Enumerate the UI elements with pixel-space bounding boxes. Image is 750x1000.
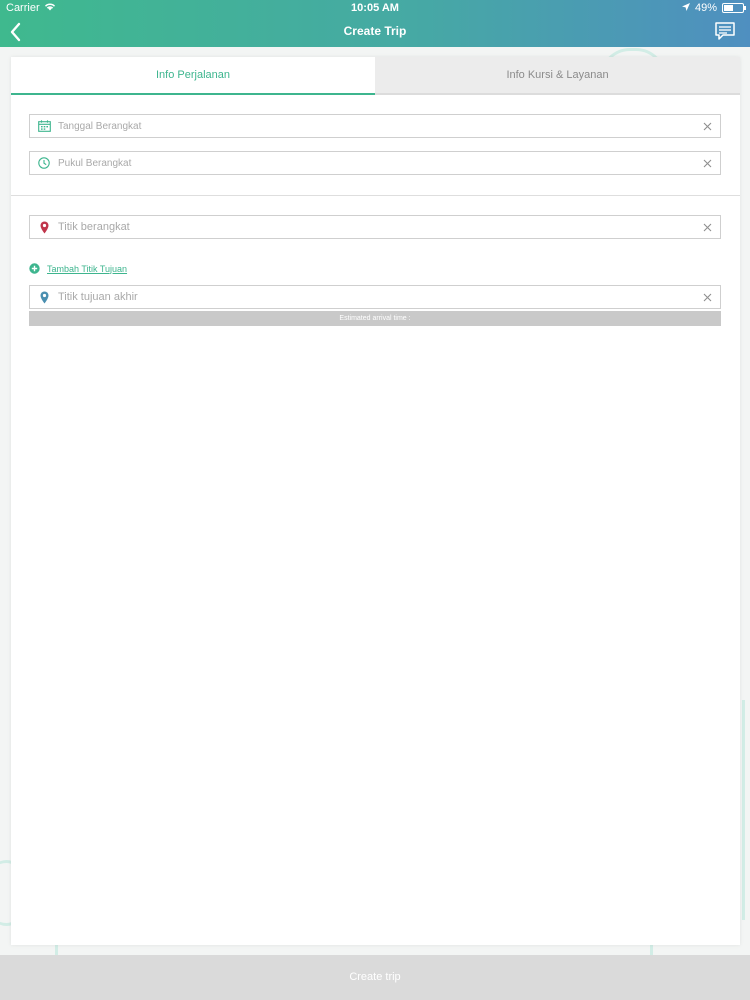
departure-date-input[interactable] bbox=[58, 120, 694, 132]
battery-percent: 49% bbox=[694, 2, 717, 14]
clear-departure-time-button[interactable] bbox=[694, 152, 720, 174]
add-destination-button[interactable]: Tambah Titik Tujuan bbox=[29, 263, 127, 274]
create-trip-button[interactable]: Create trip bbox=[0, 955, 750, 1000]
destination-field[interactable] bbox=[29, 285, 721, 309]
map-pin-red-icon bbox=[30, 216, 58, 238]
departure-time-input[interactable] bbox=[58, 157, 694, 169]
calendar-icon bbox=[30, 115, 58, 137]
tab-info-perjalanan[interactable]: Info Perjalanan bbox=[11, 57, 375, 95]
tab-bar: Info Perjalanan Info Kursi & Layanan bbox=[11, 57, 740, 95]
close-icon bbox=[703, 293, 711, 301]
trip-form-card: Info Perjalanan Info Kursi & Layanan Tan… bbox=[11, 57, 740, 945]
clear-origin-button[interactable] bbox=[694, 216, 720, 238]
location-arrow-icon bbox=[681, 0, 690, 16]
section-divider bbox=[11, 195, 740, 196]
close-icon bbox=[703, 223, 711, 231]
clock-time: 10:05 AM bbox=[351, 2, 399, 14]
chat-bubble-icon bbox=[715, 22, 735, 40]
map-pin-teal-icon bbox=[30, 286, 58, 308]
departure-date-field[interactable] bbox=[29, 114, 721, 138]
close-icon bbox=[703, 159, 711, 167]
status-bar: Carrier 10:05 AM 49% bbox=[0, 0, 750, 16]
add-destination-label: Tambah Titik Tujuan bbox=[47, 263, 128, 274]
destination-input[interactable] bbox=[58, 291, 694, 303]
origin-field[interactable] bbox=[29, 215, 721, 239]
close-icon bbox=[703, 122, 711, 130]
battery-icon bbox=[722, 3, 746, 13]
origin-input[interactable] bbox=[58, 221, 694, 233]
chat-button[interactable] bbox=[714, 21, 736, 41]
tab-info-kursi-layanan[interactable]: Info Kursi & Layanan bbox=[375, 57, 740, 95]
clear-destination-button[interactable] bbox=[694, 286, 720, 308]
clear-departure-date-button[interactable] bbox=[694, 115, 720, 137]
page-title: Create Trip bbox=[343, 24, 407, 38]
app-header: Carrier 10:05 AM 49% Create Trip bbox=[0, 0, 750, 47]
estimated-arrival-bar: Estimated arrival time : bbox=[29, 311, 721, 326]
plus-circle-icon bbox=[29, 263, 40, 274]
clock-icon bbox=[30, 152, 58, 174]
departure-time-field[interactable] bbox=[29, 151, 721, 175]
battery-level bbox=[724, 5, 733, 11]
